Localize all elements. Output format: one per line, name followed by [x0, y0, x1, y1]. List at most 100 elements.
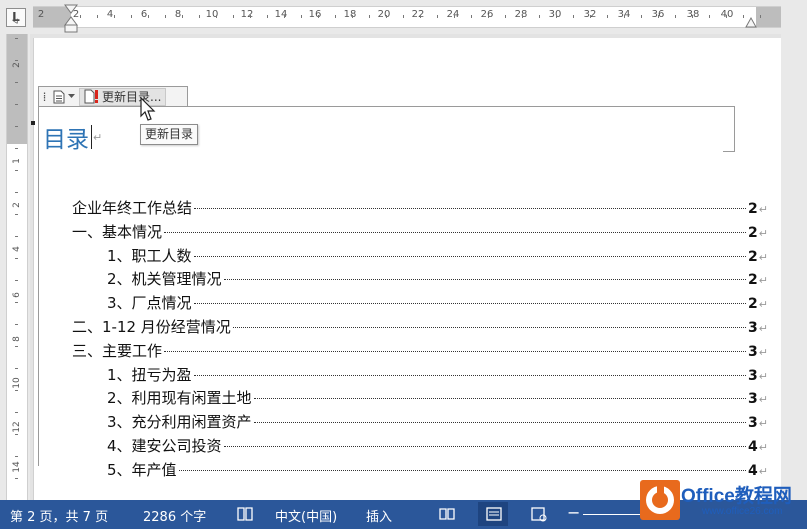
page-info[interactable]: 第 2 页，共 7 页 [10, 506, 108, 525]
watermark-logo: Office教程网 www.office26.com [640, 480, 807, 529]
toc-entry[interactable]: 1、职工人数 2 ↵ [107, 245, 768, 267]
toc-title[interactable]: 目录 ↵ [43, 120, 102, 154]
toc-entry-text: 2、机关管理情况 [107, 270, 222, 289]
ruler-tick [369, 15, 370, 18]
paragraph-mark: ↵ [758, 369, 768, 383]
ruler-tick [15, 456, 18, 457]
toc-title-text: 目录 [43, 127, 89, 153]
print-layout-icon[interactable] [485, 506, 503, 522]
ruler-tick-label: 1 [12, 158, 22, 164]
word-count[interactable]: 2286 个字 [143, 506, 206, 525]
ruler-tick-label: 16 [308, 9, 322, 20]
ruler-tick [522, 15, 523, 18]
toc-page-number: 2 [748, 296, 758, 313]
ruler-tick [15, 324, 18, 325]
chevron-down-icon [68, 94, 75, 98]
paragraph-mark: ↵ [758, 298, 768, 312]
ruler-tick [709, 15, 710, 18]
toc-entry-text: 3、厂点情况 [107, 294, 192, 313]
right-indent-marker-icon[interactable] [745, 16, 757, 28]
toc-entry[interactable]: 1、扭亏为盈 3 ↵ [107, 364, 768, 386]
paragraph-mark: ↵ [758, 322, 768, 335]
ruler-tick [97, 15, 98, 18]
ruler-tick-label: 20 [377, 9, 391, 20]
ruler-tick-label: 2 [12, 202, 22, 208]
ruler-tick-label: 2 [37, 9, 45, 20]
ruler-tick [131, 15, 132, 18]
toc-header-line [188, 106, 724, 107]
toc-entry[interactable]: 3、厂点情况 2 ↵ [107, 292, 768, 314]
ruler-tick-label: 6 [140, 9, 148, 20]
zoom-out-icon[interactable]: − [567, 503, 580, 522]
toc-right-tab [723, 106, 735, 152]
horizontal-ruler[interactable]: L 2246810121416182022242628303234363840 [0, 0, 807, 34]
mouse-pointer-icon [140, 97, 156, 121]
ruler-tick [573, 15, 574, 18]
toc-entry-text: 1、扭亏为盈 [107, 365, 192, 384]
ruler-tick-label: 10 [205, 9, 219, 20]
toc-entry[interactable]: 企业年终工作总结 2 ↵ [72, 197, 768, 219]
insert-mode[interactable]: 插入 [366, 506, 392, 525]
ruler-tick [488, 15, 489, 18]
ruler-tick-label: 2 [12, 62, 22, 68]
toc-entry[interactable]: 2、机关管理情况 2 ↵ [107, 268, 768, 290]
web-layout-icon[interactable] [530, 506, 548, 522]
ruler-tick [15, 82, 18, 83]
toc-entry[interactable]: 三、主要工作 3 ↵ [72, 340, 768, 362]
toc-page-number: 2 [748, 248, 758, 265]
document-icon [53, 90, 65, 103]
proofing-book-icon[interactable] [236, 506, 254, 522]
paragraph-mark: ↵ [758, 417, 768, 431]
ruler-tick-label: 26 [480, 9, 494, 20]
watermark-brand: Office教程网 [681, 486, 792, 507]
toc-entry[interactable]: 4、建安公司投资 4 ↵ [107, 435, 768, 457]
ruler-tick [15, 412, 18, 413]
paragraph-mark: ↵ [758, 393, 768, 407]
paragraph-mark: ↵ [758, 441, 768, 454]
ruler-tick [216, 15, 217, 18]
ruler-tick [15, 126, 18, 127]
toc-entry[interactable]: 2、利用现有闲置土地 3 ↵ [107, 387, 768, 409]
indent-marker-icon[interactable] [64, 4, 78, 34]
toc-entry[interactable]: 5、年产值 4 ↵ [107, 459, 768, 481]
ruler-tick [233, 15, 234, 18]
toc-entry[interactable]: 二、1-12 月份经营情况 3 ↵ [72, 316, 768, 338]
toc-entry-text: 1、职工人数 [107, 246, 192, 265]
toc-entry[interactable]: 3、充分利用闲置资产 3 ↵ [107, 411, 768, 433]
toc-page-number: 3 [748, 367, 758, 384]
read-mode-icon[interactable] [438, 506, 456, 522]
paragraph-mark: ↵ [758, 250, 768, 264]
ruler-tick [250, 15, 251, 18]
toc-page-number: 4 [748, 462, 758, 479]
vertical-ruler[interactable]: 4 2 1 2 4 6 8 10 12 14 [0, 18, 30, 500]
drag-handle-icon[interactable]: ⁞ [39, 91, 49, 103]
ruler-tick [15, 368, 18, 369]
toc-entry[interactable]: 一、基本情况 2 ↵ [72, 221, 768, 243]
ruler-tick-label: 4 [106, 9, 114, 20]
ruler-tick [15, 236, 18, 237]
toc-page-number: 2 [748, 272, 758, 289]
ruler-tick [182, 15, 183, 18]
ruler-tick [15, 280, 18, 281]
office-logo-icon [640, 480, 680, 520]
toc-leader-dots [164, 350, 747, 352]
language[interactable]: 中文(中国) [275, 506, 337, 525]
ruler-tick-label: 8 [174, 9, 182, 20]
ruler-tick [556, 15, 557, 18]
toc-entry-text: 三、主要工作 [72, 341, 163, 360]
ruler-tick [15, 104, 18, 105]
ruler-tick-label: 28 [514, 9, 528, 20]
toc-entry-text: 一、基本情况 [72, 222, 163, 241]
scrollbar[interactable] [781, 34, 807, 500]
ruler-tick [760, 15, 761, 18]
ruler-tick-label: 14 [274, 9, 288, 20]
toc-leader-dots [164, 231, 747, 233]
toc-leader-dots [178, 469, 747, 471]
zoom-slider[interactable] [583, 514, 643, 515]
ruler-tick [114, 15, 115, 18]
toc-menu-button[interactable] [49, 90, 79, 104]
ruler-tick [641, 15, 642, 18]
toc-entry-text: 4、建安公司投资 [107, 437, 222, 455]
ruler-tick-label: 12 [240, 9, 254, 20]
ruler-tick [80, 15, 81, 18]
